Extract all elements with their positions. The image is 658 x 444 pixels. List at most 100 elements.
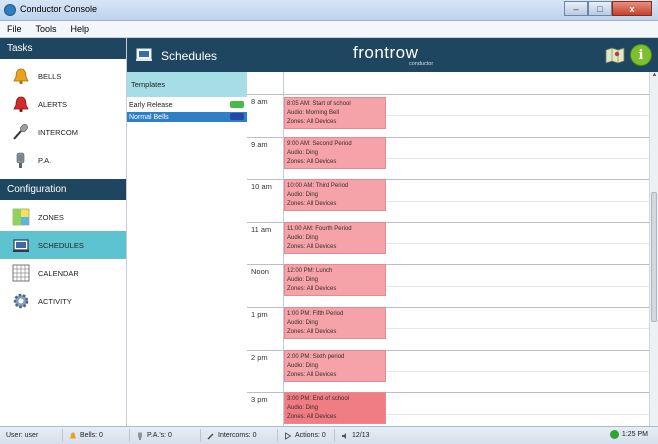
hour-label: 10 am (251, 182, 272, 192)
sidebar-item-alerts[interactable]: ALERTS (0, 90, 126, 118)
page-header: Schedules frontrow conductor i (127, 38, 658, 72)
menu-tools[interactable]: Tools (29, 24, 64, 34)
sidebar-item-label: ZONES (38, 212, 64, 222)
app-icon (4, 4, 16, 16)
sidebar-item-label: INTERCOM (38, 127, 78, 137)
event-zones: Zones: All Devices (287, 329, 337, 335)
schedule-event[interactable]: 3:00 PM: End of school Audio: Ding Zones: … (284, 392, 386, 425)
brand-logo: frontrow (353, 43, 419, 62)
close-button[interactable]: x (612, 1, 652, 16)
sidebar-item-pa[interactable]: P.A. (0, 146, 126, 174)
event-audio: Audio: Ding (287, 192, 319, 199)
schedule-event[interactable]: 1:00 PM: Fifth Period Audio: Ding Zones: A… (284, 307, 386, 339)
sidebar-item-label: CALENDAR (38, 268, 79, 278)
event-title: 3:00 PM: End of school (287, 396, 350, 403)
info-icon[interactable]: i (630, 44, 652, 66)
event-zones: Zones: All Devices (287, 286, 337, 293)
event-audio: Audio: Morning Bell (287, 110, 340, 116)
event-audio: Audio: Ding (287, 320, 319, 326)
event-zones: Zones: All Devices (287, 243, 337, 250)
alert-bell-icon (12, 95, 30, 113)
template-item-early-release[interactable]: Early Release (127, 100, 247, 110)
maximize-button[interactable]: □ (588, 1, 612, 16)
speaker-icon (341, 432, 349, 440)
status-bells-text: Bells: 0 (80, 432, 103, 439)
sidebar-item-label: P.A. (38, 155, 52, 165)
schedule-event[interactable]: 11:00 AM: Fourth Period Audio: Ding Zones:… (284, 221, 386, 254)
status-bells: Bells: 0 (63, 429, 130, 442)
hour-gridline (247, 94, 649, 95)
sidebar-item-bells[interactable]: BELLS (0, 62, 126, 90)
schedule-event[interactable]: 9:00 AM: Second Period Audio: Ding Zones: … (284, 136, 386, 169)
time-column (247, 72, 284, 426)
map-icon[interactable] (605, 47, 625, 64)
bell-icon (12, 67, 30, 85)
page-title: Schedules (161, 49, 218, 63)
microphone-icon (207, 432, 215, 440)
status-volume-text: 12/13 (352, 432, 370, 439)
hour-label: 3 pm (251, 395, 268, 405)
menu-help[interactable]: Help (64, 24, 97, 34)
microphone-icon (12, 123, 30, 141)
vertical-scrollbar[interactable]: ▲ (649, 72, 658, 426)
sidebar-item-zones[interactable]: ZONES (0, 203, 126, 231)
hour-label: 11 am (251, 224, 272, 234)
pa-microphone-icon (12, 151, 30, 169)
minimize-button[interactable]: – (564, 1, 588, 16)
menu-file[interactable]: File (0, 24, 29, 34)
event-title: 8:05 AM: Start of school (287, 101, 351, 107)
event-audio: Audio: Ding (287, 234, 319, 241)
sidebar-item-label: BELLS (38, 71, 62, 81)
configuration-header: Configuration (0, 179, 126, 200)
event-title: 12:00 PM: Lunch (287, 268, 333, 275)
status-user: User: user (0, 429, 63, 442)
schedule-grid: 8 am 8:05 AM: Start of school Audio: Morni… (247, 72, 649, 426)
schedule-event[interactable]: 10:00 AM: Third Period Audio: Ding Zones: … (284, 179, 386, 212)
schedules-icon (12, 236, 30, 254)
schedule-event[interactable]: 12:00 PM: Lunch Audio: Ding Zones: All Dev… (284, 264, 386, 297)
status-time: 1:25 PM (621, 431, 648, 438)
sidebar-item-schedules[interactable]: SCHEDULES (0, 231, 126, 259)
window-controls: – □ x (564, 1, 652, 17)
event-title: 1:00 PM: Fifth Period (287, 311, 344, 317)
event-title: 11:00 AM: Fourth Period (287, 225, 352, 232)
play-icon (284, 431, 292, 440)
event-zones: Zones: All Devices (287, 119, 337, 125)
menu-bar: File Tools Help (0, 21, 658, 38)
hour-label: Noon (251, 267, 269, 277)
grid-header-strip (284, 72, 649, 95)
calendar-icon (12, 264, 30, 282)
hour-label: 2 pm (251, 352, 268, 362)
tasks-header: Tasks (0, 38, 126, 59)
status-actions: Actions: 0 (278, 429, 335, 442)
event-title: 2:00 PM: Sixth period (287, 353, 345, 360)
event-zones: Zones: All Devices (287, 158, 337, 165)
status-actions-text: Actions: 0 (295, 432, 326, 439)
event-audio: Audio: Ding (287, 277, 319, 284)
status-volume: 12/13 (335, 429, 387, 442)
title-bar: Conductor Console – □ x (0, 0, 658, 21)
scrollbar-thumb[interactable] (651, 192, 657, 322)
sidebar: Tasks BELLS ALERTS INTERCOM P.A. Configu… (0, 38, 127, 426)
sidebar-item-label: ACTIVITY (38, 296, 72, 306)
schedule-event[interactable]: 8:05 AM: Start of school Audio: Morning B… (284, 97, 386, 129)
schedules-icon (135, 47, 153, 63)
schedule-event[interactable]: 2:00 PM: Sixth period Audio: Ding Zones: A… (284, 349, 386, 382)
zones-icon (12, 208, 30, 226)
template-item-normal-bells[interactable]: Normal Bells (127, 112, 247, 122)
scroll-up-arrow-icon[interactable]: ▲ (650, 72, 658, 82)
pa-microphone-icon (136, 432, 144, 440)
event-audio: Audio: Ding (287, 405, 319, 412)
sidebar-item-label: ALERTS (38, 99, 68, 109)
event-audio: Audio: Ding (287, 149, 319, 156)
sidebar-item-calendar[interactable]: CALENDAR (0, 259, 126, 287)
status-pas-text: P.A.'s: 0 (147, 432, 172, 439)
status-pas: P.A.'s: 0 (130, 429, 201, 442)
hour-label: 9 am (251, 139, 268, 149)
sidebar-item-intercom[interactable]: INTERCOM (0, 118, 126, 146)
sidebar-item-label: SCHEDULES (38, 240, 84, 250)
sidebar-item-activity[interactable]: ACTIVITY (0, 287, 126, 315)
event-zones: Zones: All Devices (287, 371, 337, 378)
event-audio: Audio: Ding (287, 362, 319, 369)
status-clock: 1:25 PM (609, 430, 648, 439)
